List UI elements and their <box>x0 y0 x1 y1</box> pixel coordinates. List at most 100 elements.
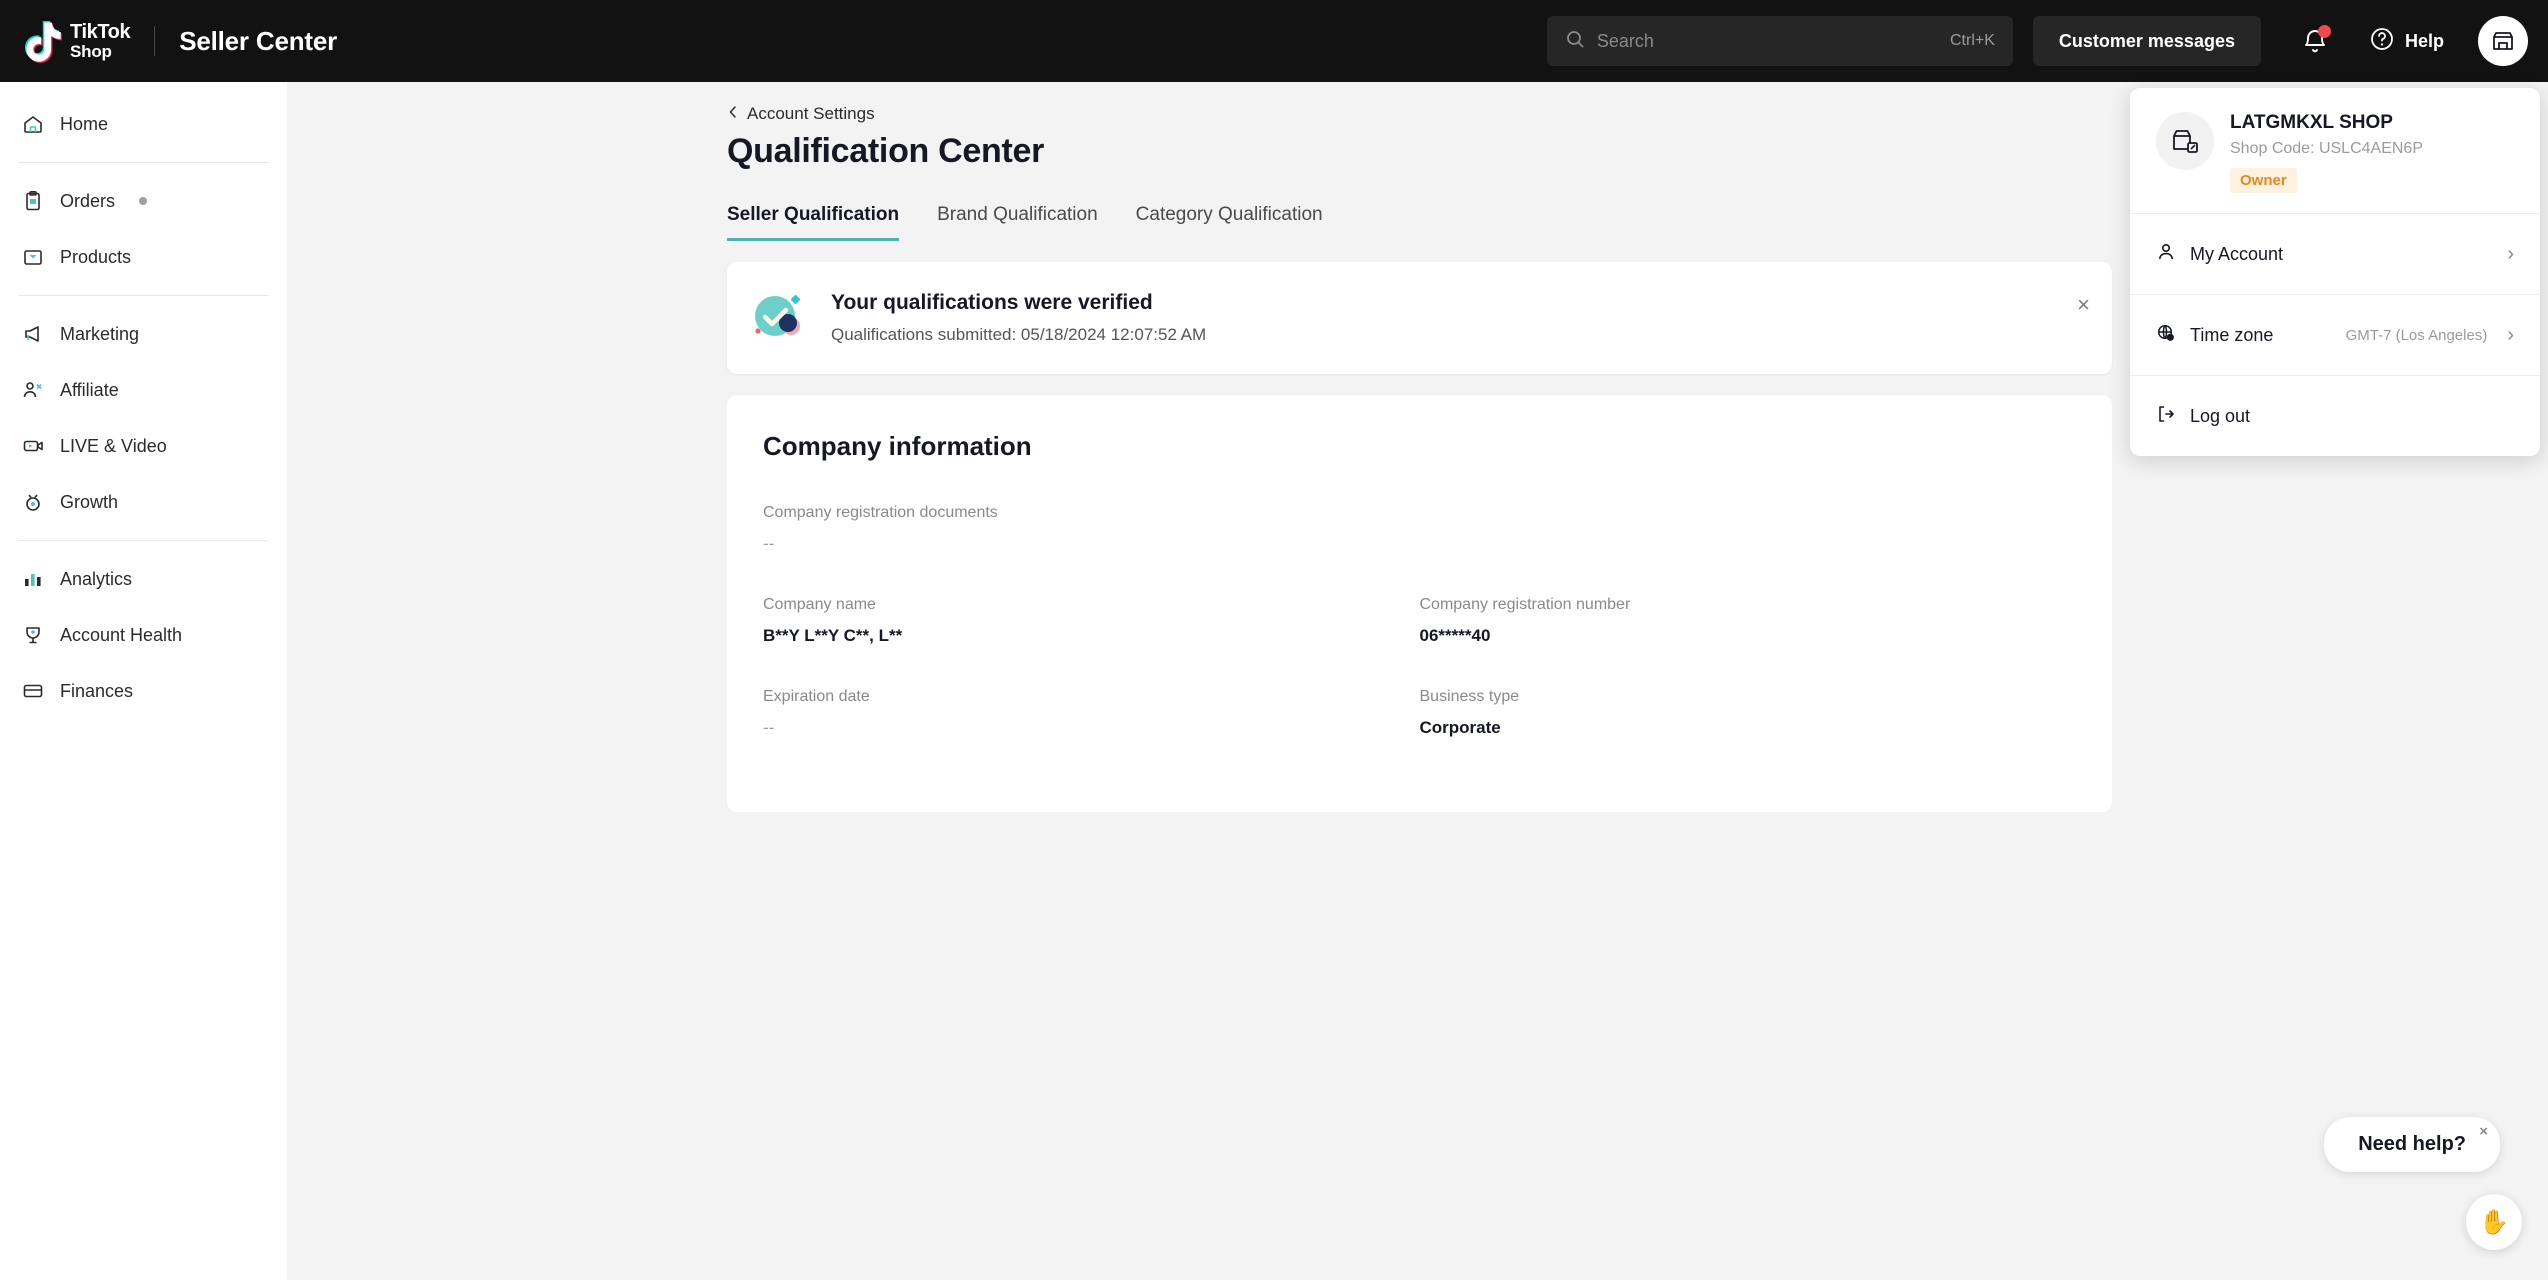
live-video-icon <box>22 435 44 457</box>
field-value: 06*****40 <box>1419 626 1491 645</box>
brand-tiktok-text: TikTok <box>70 21 131 44</box>
globe-clock-icon <box>2156 323 2176 348</box>
account-row-log-out[interactable]: Log out <box>2130 376 2540 456</box>
shop-avatar-button[interactable] <box>2478 16 2528 66</box>
field-label: Company registration number <box>1419 596 1631 613</box>
brand-divider <box>154 26 156 56</box>
chevron-left-icon <box>727 104 739 124</box>
account-dropdown-panel: LATGMKXL SHOP Shop Code: USLC4AEN6P Owne… <box>2130 88 2540 456</box>
field-value: -- <box>763 718 775 737</box>
account-row-label: Time zone <box>2190 324 2274 345</box>
banner-text-group: Your qualifications were verified Qualif… <box>831 291 1206 345</box>
company-info-title: Company information <box>763 431 1032 461</box>
time-zone-value: GMT-7 (Los Angeles) <box>2345 326 2488 344</box>
sidebar-item-label: Products <box>60 246 132 267</box>
shop-meta: LATGMKXL SHOP Shop Code: USLC4AEN6P Owne… <box>2230 112 2423 193</box>
search-input[interactable]: Search Ctrl+K <box>1546 16 2013 66</box>
field-label: Company name <box>763 596 876 613</box>
sidebar-item-analytics[interactable]: Analytics <box>0 551 287 607</box>
field-value: -- <box>763 534 775 553</box>
products-icon <box>22 246 44 268</box>
main-sidebar: Home Orders Products Marketing Affiliate… <box>0 82 287 1280</box>
shop-code: Shop Code: USLC4AEN6P <box>2230 140 2423 157</box>
account-row-time-zone[interactable]: Time zone GMT-7 (Los Angeles) › <box>2130 295 2540 375</box>
sidebar-item-home[interactable]: Home <box>0 96 287 152</box>
need-help-button[interactable]: ✋ <box>2466 1194 2522 1250</box>
seller-center-title: Seller Center <box>179 25 338 56</box>
logout-icon <box>2156 404 2176 429</box>
account-row-label: My Account <box>2190 243 2284 264</box>
sidebar-item-label: Finances <box>60 680 134 701</box>
tab-seller-qualification[interactable]: Seller Qualification <box>727 204 900 241</box>
sidebar-item-finances[interactable]: Finances <box>0 663 287 719</box>
sidebar-item-label: Orders <box>60 190 116 211</box>
affiliate-icon <box>22 379 44 401</box>
shop-name: LATGMKXL SHOP <box>2230 112 2393 133</box>
notifications-button[interactable] <box>2287 13 2343 69</box>
banner-title: Your qualifications were verified <box>831 291 1153 314</box>
sidebar-divider <box>18 162 269 163</box>
shop-avatar-icon <box>2156 112 2214 170</box>
help-button[interactable]: Help <box>2369 26 2444 57</box>
need-help-text: Need help? <box>2358 1133 2466 1155</box>
raised-hand-icon: ✋ <box>2479 1208 2509 1236</box>
top-header: TikTok Shop Seller Center Search Ctrl+K … <box>0 0 2548 82</box>
field-value: Corporate <box>1419 718 1501 737</box>
sidebar-item-label: LIVE & Video <box>60 435 167 456</box>
company-information-card: Company information Company registration… <box>727 395 2112 812</box>
orders-icon <box>22 190 44 212</box>
field-business-type: Business type Corporate <box>1420 688 2077 738</box>
search-icon <box>1565 29 1585 54</box>
sidebar-divider <box>18 540 269 541</box>
sidebar-item-label: Home <box>60 113 109 134</box>
sidebar-item-label: Marketing <box>60 323 140 344</box>
sidebar-item-products[interactable]: Products <box>0 229 287 285</box>
sidebar-item-live-video[interactable]: LIVE & Video <box>0 418 287 474</box>
tab-brand-qualification[interactable]: Brand Qualification <box>937 204 1098 241</box>
analytics-icon <box>22 568 44 590</box>
qualification-tabs: Seller Qualification Brand Qualification… <box>727 204 1323 241</box>
sidebar-item-growth[interactable]: Growth <box>0 474 287 530</box>
account-header: LATGMKXL SHOP Shop Code: USLC4AEN6P Owne… <box>2130 88 2540 213</box>
account-health-icon <box>22 624 44 646</box>
need-help-close-icon[interactable]: × <box>2479 1123 2488 1140</box>
field-row: Company name B**Y L**Y C**, L** Company … <box>763 596 2076 646</box>
chevron-right-icon: › <box>2507 323 2514 346</box>
account-row-my-account[interactable]: My Account › <box>2130 214 2540 294</box>
sidebar-item-affiliate[interactable]: Affiliate <box>0 362 287 418</box>
role-badge: Owner <box>2230 168 2297 193</box>
growth-icon <box>22 491 44 513</box>
verification-banner: Your qualifications were verified Qualif… <box>727 262 2112 374</box>
field-row: Expiration date -- Business type Corpora… <box>763 688 2076 738</box>
field-label: Business type <box>1419 688 1520 705</box>
account-row-label: Log out <box>2190 405 2251 426</box>
banner-subtitle: Qualifications submitted: 05/18/2024 12:… <box>831 325 1207 344</box>
search-shortcut-hint: Ctrl+K <box>1949 32 1995 49</box>
field-row: Company registration documents -- <box>763 504 2076 554</box>
help-label: Help <box>2404 30 2444 51</box>
brand-shop-text: Shop <box>70 41 112 61</box>
breadcrumb[interactable]: Account Settings <box>727 104 875 124</box>
sidebar-item-label: Analytics <box>60 568 133 589</box>
verified-check-illustration-icon <box>751 286 811 351</box>
notification-badge <box>2317 25 2331 38</box>
field-company-name: Company name B**Y L**Y C**, L** <box>763 596 1420 646</box>
sidebar-item-orders[interactable]: Orders <box>0 173 287 229</box>
tab-category-qualification[interactable]: Category Qualification <box>1136 204 1323 241</box>
brand-logo-group[interactable]: TikTok Shop Seller Center <box>0 19 337 63</box>
orders-status-dot <box>139 197 148 205</box>
need-help-bubble[interactable]: Need help? × <box>2324 1117 2500 1172</box>
search-placeholder-text: Search <box>1596 30 1654 51</box>
finances-icon <box>22 680 44 702</box>
customer-messages-button[interactable]: Customer messages <box>2032 16 2261 66</box>
sidebar-item-label: Account Health <box>60 624 183 645</box>
brand-wordmark: TikTok Shop <box>70 21 131 61</box>
sidebar-item-label: Growth <box>60 491 119 512</box>
banner-close-icon[interactable]: × <box>2077 294 2090 316</box>
field-company-registration-number: Company registration number 06*****40 <box>1420 596 2077 646</box>
page-title: Qualification Center <box>727 132 1045 170</box>
sidebar-divider <box>18 295 269 296</box>
field-label: Expiration date <box>763 688 870 705</box>
sidebar-item-marketing[interactable]: Marketing <box>0 306 287 362</box>
sidebar-item-account-health[interactable]: Account Health <box>0 607 287 663</box>
